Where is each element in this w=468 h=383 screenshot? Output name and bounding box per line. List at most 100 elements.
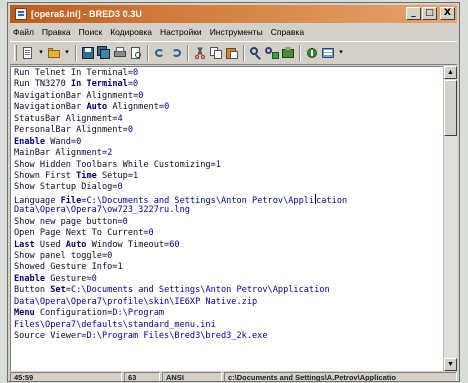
title-bar[interactable]: [opera6.ini] - BRED3 0.3U _ □ X xyxy=(10,5,457,23)
key-token: Wand= xyxy=(45,136,77,147)
keyword-token: In Terminal xyxy=(70,79,128,90)
maximize-button[interactable]: □ xyxy=(422,7,437,20)
minimize-button[interactable]: _ xyxy=(406,7,421,20)
editor-line: Shown First Time Setup=1 xyxy=(14,171,443,182)
paste-icon[interactable] xyxy=(225,46,239,60)
scroll-up-button[interactable]: ▲ xyxy=(444,66,457,79)
menu-item[interactable]: Кодировка xyxy=(106,27,156,37)
key-token: Setup= xyxy=(96,170,134,181)
keyword-token: Menu xyxy=(14,308,35,319)
menu-bar: Файл Правка Поиск Кодировка Настройки Инструм… xyxy=(10,24,457,40)
editor-line: Button Set=C:\Documents and Settings\Ant… xyxy=(14,285,443,296)
key-token: NavigationBar xyxy=(14,102,87,113)
editor-line: StatusBar Alignment=4 xyxy=(14,114,443,125)
key-token: Show Startup Dialog= xyxy=(14,182,118,193)
key-token: Run Telnet In Terminal= xyxy=(14,68,133,78)
editor-line: Enable Wand=0 xyxy=(14,137,443,148)
value-token: 0 xyxy=(122,216,128,227)
status-file-path: c:\Documents and Settings\A.Petrov\Appli… xyxy=(224,372,457,381)
keyword-token: Time xyxy=(76,170,97,181)
value-token: 0 xyxy=(127,125,134,136)
value-token: 0 xyxy=(91,273,97,284)
menu-item[interactable]: Файл xyxy=(10,27,38,37)
toolbar-separator xyxy=(75,45,77,61)
text-editor[interactable]: Run Telnet In Terminal=0 Run TN3270 In Te… xyxy=(10,66,443,371)
value-token: Files\Opera7\defaults\standard_menu.ini xyxy=(14,319,216,330)
save-icon[interactable] xyxy=(81,46,95,60)
status-encoding[interactable]: ANSI xyxy=(162,372,222,381)
editor-line: Data\Opera\Opera7\ow723_3227ru.lng xyxy=(14,205,443,216)
key-token: Show panel toggle= xyxy=(14,251,108,261)
key-token: Shown First xyxy=(14,170,77,181)
keyword-token: Last xyxy=(14,239,35,250)
settings-icon[interactable] xyxy=(321,46,335,60)
copy-icon[interactable] xyxy=(209,46,223,60)
value-token: D:\Program Files\Bred3\bred3_2k.exe xyxy=(86,331,268,342)
editor-line: Showed Gesture Info=1 xyxy=(14,262,443,273)
menu-item[interactable]: Поиск xyxy=(75,27,107,37)
toolbar: ▾ ▾ ▾ xyxy=(10,41,457,65)
toolbar-separator xyxy=(299,45,301,61)
editor-line: Show new page button=0 xyxy=(14,217,443,228)
chevron-down-icon[interactable]: ▾ xyxy=(63,46,71,60)
toolbar-grip[interactable] xyxy=(14,45,17,61)
status-bar: 45:59 63 ANSI c:\Documents and Settings\… xyxy=(10,372,457,381)
editor-line: Show Startup Dialog=0 xyxy=(14,182,443,193)
replace-icon[interactable] xyxy=(265,46,279,60)
key-token: Show Hidden Toolbars While Customizing= xyxy=(14,159,216,170)
goto-icon[interactable] xyxy=(281,46,295,60)
menu-item[interactable]: Настройки xyxy=(156,27,206,37)
chevron-down-icon[interactable]: ▾ xyxy=(37,46,45,60)
open-file-icon[interactable] xyxy=(47,46,61,60)
key-token: MainBar Alignment= xyxy=(14,148,108,159)
editor-line: Show Hidden Toolbars While Customizing=1 xyxy=(14,160,443,171)
keyword-token: Enable xyxy=(14,136,46,147)
keyword-token: Set xyxy=(50,285,66,296)
value-token: 0 xyxy=(164,102,170,113)
chevron-down-icon[interactable]: ▾ xyxy=(337,46,345,60)
key-token: Show new page button= xyxy=(14,216,123,227)
keyword-token: Auto xyxy=(65,239,87,250)
close-button[interactable]: X xyxy=(440,7,455,20)
vertical-scrollbar[interactable]: ▲ ▼ xyxy=(443,66,457,371)
toolbar-separator xyxy=(147,45,149,61)
value-token: C:\Documents and Settings\Anton Petrov\A… xyxy=(70,285,330,296)
print-preview-icon[interactable] xyxy=(129,46,143,60)
key-token: PersonalBar Alignment= xyxy=(14,125,128,136)
new-file-icon[interactable] xyxy=(21,46,35,60)
tools-icon[interactable] xyxy=(305,46,319,60)
status-cursor-position: 45:59 xyxy=(10,372,122,381)
undo-icon[interactable] xyxy=(153,46,167,60)
editor-line: Language File=C:\Documents and Settings\… xyxy=(14,193,443,206)
editor-line: NavigationBar Auto Alignment=0 xyxy=(14,102,443,113)
editor-line: Files\Opera7\defaults\standard_menu.ini xyxy=(14,320,443,331)
window-title: [opera6.ini] - BRED3 0.3U xyxy=(31,9,143,19)
value-token: 0 xyxy=(138,90,144,101)
cut-icon[interactable] xyxy=(193,46,207,60)
value-token: 0 xyxy=(133,68,139,78)
editor-line: Last Used Auto Window Timeout=60 xyxy=(14,240,443,251)
menu-item[interactable]: Правка xyxy=(38,27,75,37)
editor-line: NavigationBar Alignment=0 xyxy=(14,91,443,102)
keyword-token: Enable xyxy=(14,273,46,284)
value-token: 1 xyxy=(133,170,139,181)
find-icon[interactable] xyxy=(249,46,263,60)
save-all-icon[interactable] xyxy=(97,46,111,60)
value-token: 2 xyxy=(107,148,113,159)
key-token: NavigationBar Alignment= xyxy=(14,90,139,101)
editor-line: MainBar Alignment=2 xyxy=(14,148,443,159)
editor-line: Data\Opera\Opera7\profile\skin\IE6XP Nat… xyxy=(14,297,443,308)
menu-item[interactable]: Инструменты xyxy=(206,27,267,37)
key-token: Source Viewer= xyxy=(14,331,87,342)
key-token: Button xyxy=(14,285,51,296)
scroll-thumb[interactable] xyxy=(444,80,457,136)
value-token: 0 xyxy=(117,182,123,193)
editor-line: Run TN3270 In Terminal=0 xyxy=(14,79,443,90)
scroll-down-button[interactable]: ▼ xyxy=(444,358,457,371)
print-icon[interactable] xyxy=(113,46,127,60)
redo-icon[interactable] xyxy=(169,46,183,60)
app-icon[interactable] xyxy=(15,8,27,20)
menu-item[interactable]: Справка xyxy=(267,27,308,37)
key-token: Gesture= xyxy=(45,273,92,284)
value-token: D:\Program xyxy=(112,308,165,319)
